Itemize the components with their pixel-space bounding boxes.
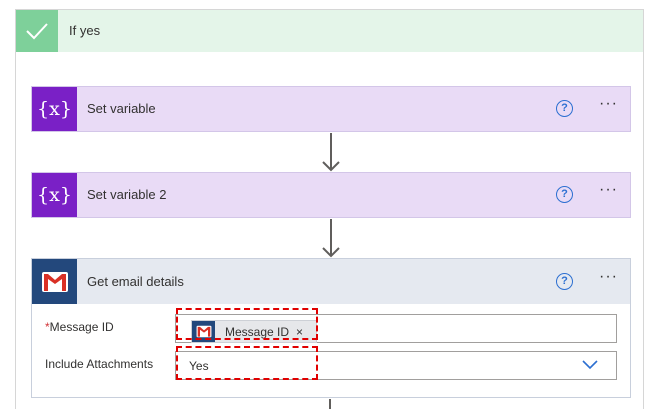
highlight-message-id [176, 308, 318, 340]
help-icon[interactable]: ? [556, 100, 573, 117]
chevron-down-icon[interactable] [582, 360, 598, 370]
message-id-label: *Message ID [45, 320, 114, 334]
gmail-icon [32, 259, 77, 304]
more-options-button[interactable]: ··· [599, 268, 618, 286]
more-options-button[interactable]: ··· [599, 181, 618, 199]
arrow-down-icon [322, 133, 340, 172]
branch-header[interactable]: If yes [16, 10, 643, 52]
action-title: Set variable 2 [87, 187, 167, 202]
include-attachments-label: Include Attachments [45, 357, 154, 371]
branch-title: If yes [69, 23, 101, 38]
arrow-down-icon [322, 219, 340, 258]
more-options-button[interactable]: ··· [599, 95, 618, 113]
highlight-include-attachments [176, 346, 318, 380]
action-title: Set variable [87, 101, 156, 116]
get-email-details-card: Get email details ? ··· *Message ID Mess… [31, 258, 631, 398]
help-icon[interactable]: ? [556, 273, 573, 290]
variable-icon: {x} [32, 87, 77, 131]
set-variable-2-card[interactable]: {x} Set variable 2 ? ··· [31, 172, 631, 218]
action-title: Get email details [87, 274, 184, 289]
variable-icon: {x} [32, 173, 77, 217]
connector-line [329, 399, 331, 409]
help-icon[interactable]: ? [556, 186, 573, 203]
checkmark-icon [16, 10, 58, 52]
gmail-card-header[interactable]: Get email details ? ··· [32, 259, 630, 304]
set-variable-card[interactable]: {x} Set variable ? ··· [31, 86, 631, 132]
